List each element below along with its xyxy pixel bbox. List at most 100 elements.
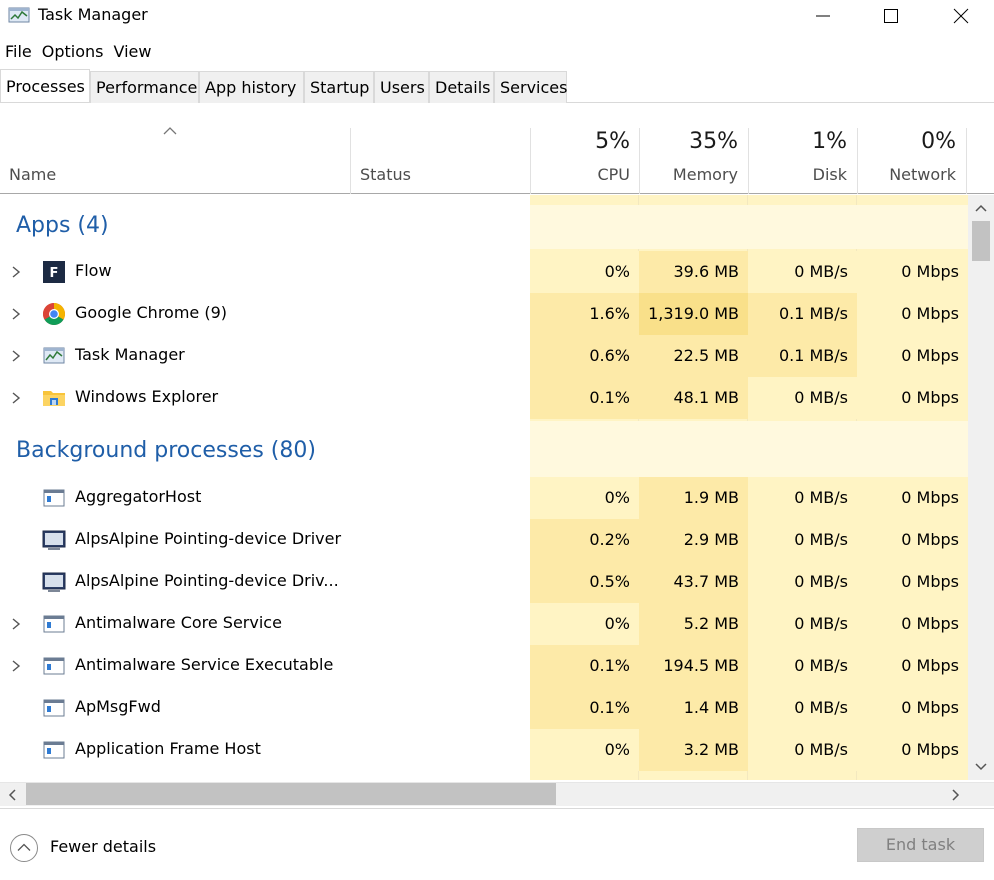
process-list: Apps (4) F Flow 0% 39.6 MB 0 MB/s 0 Mbps… xyxy=(0,195,968,780)
process-name: AlpsAlpine Pointing-device Driver xyxy=(75,529,342,548)
chevron-right-icon[interactable] xyxy=(10,617,22,631)
scroll-up-icon[interactable] xyxy=(975,204,987,212)
service-window-icon xyxy=(43,657,65,675)
disk-cell: 0 MB/s xyxy=(748,687,857,729)
network-total: 0% xyxy=(921,129,956,154)
group-header-shade xyxy=(530,205,968,249)
scroll-right-icon[interactable] xyxy=(952,789,960,801)
scroll-left-icon[interactable] xyxy=(8,789,16,801)
process-name: Flow xyxy=(75,261,112,280)
tab-processes[interactable]: Processes xyxy=(0,69,90,102)
group-title: Background processes (80) xyxy=(16,438,316,463)
disk-cell: 0 MB/s xyxy=(748,561,857,603)
maximize-button[interactable] xyxy=(856,0,926,32)
disk-cell: 0 MB/s xyxy=(748,251,857,293)
memory-label: Memory xyxy=(672,165,738,184)
task-manager-icon xyxy=(43,347,65,364)
table-row[interactable]: AlpsAlpine Pointing-device Driver 0.2% 2… xyxy=(0,519,968,561)
column-name[interactable]: Name xyxy=(9,165,56,184)
menu-options[interactable]: Options xyxy=(37,40,109,64)
chevron-right-icon[interactable] xyxy=(10,307,22,321)
tab-users[interactable]: Users xyxy=(374,71,429,103)
vertical-scroll-thumb[interactable] xyxy=(972,221,990,261)
network-cell: 0 Mbps xyxy=(857,335,968,377)
scroll-down-icon[interactable] xyxy=(975,763,987,771)
cpu-cell: 0.5% xyxy=(530,561,639,603)
table-row[interactable]: Windows Explorer 0.1% 48.1 MB 0 MB/s 0 M… xyxy=(0,377,968,419)
memory-cell: 43.7 MB xyxy=(639,561,748,603)
disk-cell: 0 MB/s xyxy=(748,603,857,645)
sort-ascending-icon[interactable] xyxy=(163,126,177,136)
memory-cell: 1,319.0 MB xyxy=(639,293,748,335)
service-window-icon xyxy=(43,489,65,507)
network-cell: 0 Mbps xyxy=(857,251,968,293)
disk-cell: 0 MB/s xyxy=(748,729,857,771)
horizontal-scroll-thumb[interactable] xyxy=(26,783,556,805)
network-cell: 0 Mbps xyxy=(857,519,968,561)
network-cell: 0 Mbps xyxy=(857,645,968,687)
table-row[interactable]: Google Chrome (9) 1.6% 1,319.0 MB 0.1 MB… xyxy=(0,293,968,335)
cpu-cell: 1.6% xyxy=(530,293,639,335)
tab-details[interactable]: Details xyxy=(429,71,494,103)
chevron-right-icon[interactable] xyxy=(10,391,22,405)
service-window-icon xyxy=(43,741,65,759)
chevron-right-icon[interactable] xyxy=(10,349,22,363)
process-name: AggregatorHost xyxy=(75,487,202,506)
tab-bar: Processes Performance App history Startu… xyxy=(0,69,994,103)
fewer-details-link[interactable]: Fewer details xyxy=(50,837,156,856)
process-name: AlpsAlpine Pointing-device Driv... xyxy=(75,571,339,590)
table-row[interactable]: AggregatorHost 0% 1.9 MB 0 MB/s 0 Mbps xyxy=(0,477,968,519)
close-button[interactable] xyxy=(926,0,994,32)
memory-cell: 5.2 MB xyxy=(639,603,748,645)
network-cell: 0 Mbps xyxy=(857,377,968,419)
process-name: Windows Explorer xyxy=(75,387,219,406)
service-window-icon xyxy=(43,615,65,633)
service-window-icon xyxy=(43,699,65,717)
column-header: Name Status 5% CPU 35% Memory 1% Disk 0%… xyxy=(0,104,994,194)
collapse-chevron-up-icon[interactable] xyxy=(9,833,39,863)
network-label: Network xyxy=(889,165,956,184)
cpu-cell: 0.1% xyxy=(530,645,639,687)
column-status[interactable]: Status xyxy=(360,165,411,184)
memory-cell: 2.9 MB xyxy=(639,519,748,561)
menu-file[interactable]: File xyxy=(0,40,37,64)
cpu-cell: 0% xyxy=(530,603,639,645)
table-row[interactable]: F Flow 0% 39.6 MB 0 MB/s 0 Mbps xyxy=(0,251,968,293)
tab-app-history[interactable]: App history xyxy=(199,71,304,103)
chevron-right-icon[interactable] xyxy=(10,265,22,279)
cpu-cell: 0.1% xyxy=(530,377,639,419)
column-divider[interactable] xyxy=(966,128,967,194)
table-row[interactable]: AlpsAlpine Pointing-device Driv... 0.5% … xyxy=(0,561,968,603)
group-header-background[interactable]: Background processes (80) xyxy=(0,421,968,477)
flow-icon: F xyxy=(43,261,65,283)
table-row[interactable]: Application Frame Host 0% 3.2 MB 0 MB/s … xyxy=(0,729,968,771)
disk-cell: 0.1 MB/s xyxy=(748,335,857,377)
close-icon xyxy=(953,8,969,24)
tab-performance[interactable]: Performance xyxy=(90,71,199,103)
column-divider[interactable] xyxy=(350,128,351,194)
table-row[interactable]: Antimalware Core Service 0% 5.2 MB 0 MB/… xyxy=(0,603,968,645)
cpu-label: CPU xyxy=(597,165,630,184)
chevron-right-icon[interactable] xyxy=(10,659,22,673)
table-row[interactable]: Antimalware Service Executable 0.1% 194.… xyxy=(0,645,968,687)
svg-text:F: F xyxy=(50,266,59,281)
vertical-scrollbar[interactable] xyxy=(968,195,994,780)
tab-services[interactable]: Services xyxy=(494,71,567,103)
cpu-cell: 0.6% xyxy=(530,335,639,377)
menu-view[interactable]: View xyxy=(109,40,157,64)
window-title: Task Manager xyxy=(38,5,148,24)
cpu-cell: 0.2% xyxy=(530,519,639,561)
monitor-icon xyxy=(42,530,66,550)
end-task-button[interactable]: End task xyxy=(857,828,984,862)
minimize-button[interactable] xyxy=(788,0,858,32)
memory-cell: 22.5 MB xyxy=(639,335,748,377)
table-row[interactable]: Task Manager 0.6% 22.5 MB 0.1 MB/s 0 Mbp… xyxy=(0,335,968,377)
process-name: Application Frame Host xyxy=(75,739,261,758)
memory-cell: 48.1 MB xyxy=(639,377,748,419)
chrome-icon xyxy=(43,303,65,325)
memory-cell: 1.9 MB xyxy=(639,477,748,519)
memory-cell: 39.6 MB xyxy=(639,251,748,293)
table-row[interactable]: ApMsgFwd 0.1% 1.4 MB 0 MB/s 0 Mbps xyxy=(0,687,968,729)
tab-startup[interactable]: Startup xyxy=(304,71,374,103)
group-header-apps[interactable]: Apps (4) xyxy=(0,205,968,249)
